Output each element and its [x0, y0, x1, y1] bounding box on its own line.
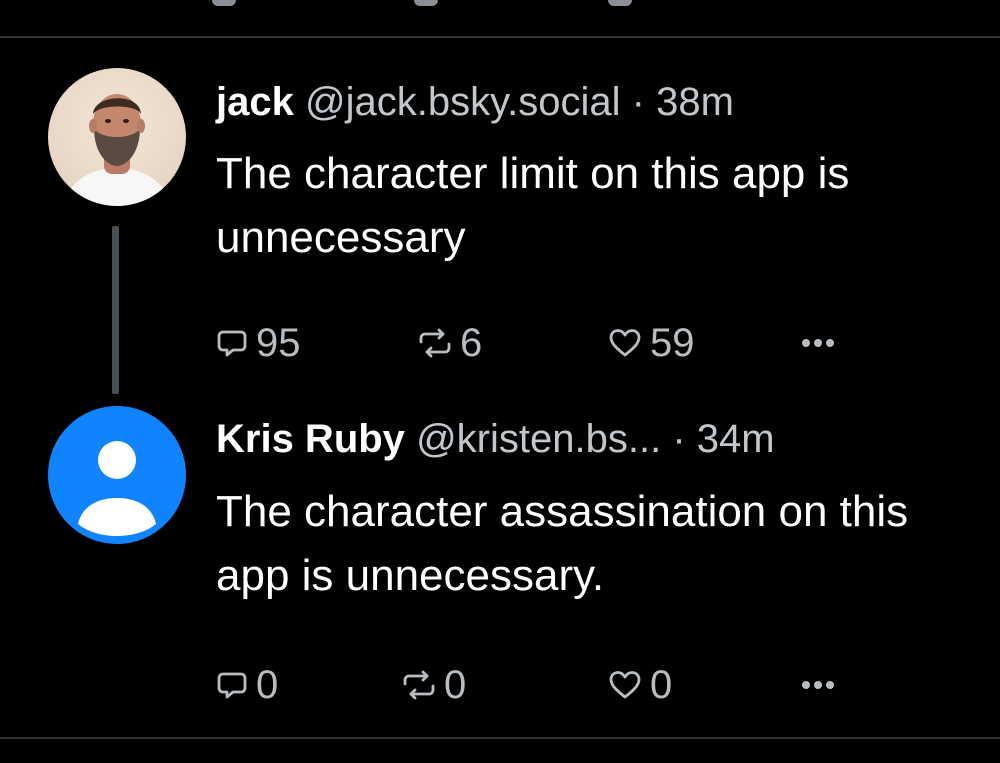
- reply-icon: [217, 672, 247, 699]
- post-text: The character assassination on this app …: [216, 487, 909, 600]
- reply-button[interactable]: 0: [216, 660, 278, 710]
- more-options-icon: [802, 681, 834, 689]
- display-name[interactable]: Kris Ruby: [216, 417, 405, 461]
- post-divider: [0, 737, 1000, 739]
- reply-count: 0: [256, 662, 279, 707]
- like-button[interactable]: 0: [608, 660, 672, 710]
- user-handle[interactable]: @kristen.bs...: [416, 417, 661, 461]
- default-avatar[interactable]: [48, 406, 186, 544]
- reply-post[interactable]: Kris Ruby @kristen.bs... · 34m The chara…: [0, 0, 1000, 763]
- post-timestamp[interactable]: 34m: [697, 417, 775, 461]
- separator-dot: ·: [672, 417, 686, 461]
- repost-count: 0: [444, 662, 467, 707]
- heart-icon: [609, 671, 641, 699]
- repost-button[interactable]: 0: [402, 660, 466, 710]
- repost-icon: [403, 670, 435, 700]
- like-count: 0: [650, 662, 673, 707]
- default-avatar-icon: [48, 406, 186, 544]
- post-header: Kris Ruby @kristen.bs... · 34m: [216, 415, 775, 463]
- more-options-button[interactable]: [800, 660, 836, 710]
